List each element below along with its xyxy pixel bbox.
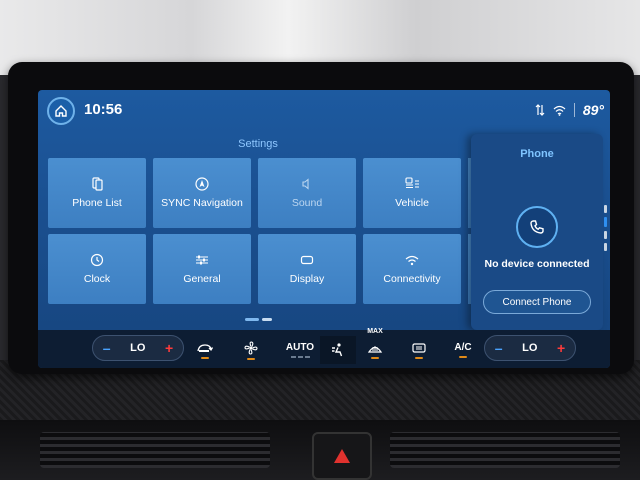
tile-clock[interactable]: Clock <box>48 234 146 304</box>
climate-mode-button[interactable] <box>320 336 356 364</box>
scroll-segment <box>604 243 607 251</box>
page-indicator <box>245 318 272 321</box>
infotainment-screen: 10:56 89° Settings Phone List SYNC Navig… <box>38 90 610 368</box>
scroll-segment <box>604 231 607 239</box>
tile-label: Sound <box>291 197 323 209</box>
auto-indicator <box>290 356 310 358</box>
settings-grid: Phone List SYNC Navigation Sound Vehicle… <box>48 158 490 308</box>
clock-icon <box>90 253 104 267</box>
data-transfer-icon <box>535 104 545 116</box>
tile-label: General <box>183 273 221 285</box>
recirculation-button[interactable] <box>190 336 220 364</box>
passenger-temp-value: LO <box>522 342 538 354</box>
fan-icon <box>244 340 258 355</box>
climate-bar: – LO + AUTO MAX A/C – LO + <box>38 328 610 368</box>
side-scrollbar[interactable] <box>604 205 608 265</box>
max-defrost-indicator <box>371 356 379 359</box>
outside-temperature: 89° <box>582 102 604 118</box>
connect-phone-button[interactable]: Connect Phone <box>483 290 591 314</box>
phone-list-icon <box>92 177 103 191</box>
auto-label: AUTO <box>285 342 315 353</box>
auto-button[interactable]: AUTO <box>282 336 318 364</box>
max-defrost-button[interactable]: MAX <box>360 328 390 364</box>
driver-temp-down-button[interactable]: – <box>103 340 111 356</box>
tile-connectivity[interactable]: Connectivity <box>363 234 461 304</box>
phone-panel-title: Phone <box>520 148 554 160</box>
wifi-icon <box>553 105 566 116</box>
tile-label: Phone List <box>72 197 122 209</box>
page-dot <box>262 318 272 321</box>
navigation-icon <box>195 177 209 191</box>
passenger-temp-down-button[interactable]: – <box>495 340 503 356</box>
tile-label: Clock <box>83 273 111 285</box>
seat-airflow-icon <box>332 343 343 357</box>
tile-label: Display <box>289 273 325 285</box>
air-vent-right <box>390 432 620 468</box>
vehicle-icon <box>405 177 419 189</box>
settings-title: Settings <box>238 138 278 150</box>
rear-defrost-icon <box>412 342 426 353</box>
ac-indicator <box>459 356 467 358</box>
home-icon <box>55 105 67 117</box>
tile-label: SYNC Navigation <box>161 197 243 209</box>
ac-label: A/C <box>454 342 472 353</box>
tile-phone-list[interactable]: Phone List <box>48 158 146 228</box>
display-icon <box>300 255 314 265</box>
page-dot-active <box>245 318 259 321</box>
fan-button[interactable] <box>236 336 266 364</box>
recirculation-indicator <box>201 356 209 359</box>
rear-defrost-button[interactable] <box>404 336 434 364</box>
max-label: MAX <box>367 328 383 335</box>
phone-panel: Phone No device connected Connect Phone <box>471 134 603 330</box>
tile-sound[interactable]: Sound <box>258 158 356 228</box>
driver-temp-control: – LO + <box>92 335 184 361</box>
recirculation-icon <box>197 343 214 352</box>
phone-status: No device connected <box>484 258 590 270</box>
tile-label: Vehicle <box>395 197 429 209</box>
home-button[interactable] <box>47 97 75 125</box>
status-indicators: 89° <box>535 102 604 118</box>
sliders-icon <box>196 255 208 265</box>
driver-temp-value: LO <box>130 342 146 354</box>
status-bar: 10:56 89° <box>38 90 610 128</box>
driver-temp-up-button[interactable]: + <box>165 340 173 356</box>
hazard-button[interactable] <box>312 432 372 480</box>
status-time: 10:56 <box>84 101 123 118</box>
ac-button[interactable]: A/C <box>448 336 478 364</box>
hazard-icon <box>334 449 350 463</box>
phone-icon <box>530 220 544 234</box>
scroll-segment <box>604 205 607 213</box>
rear-defrost-indicator <box>415 356 423 359</box>
scroll-segment-active <box>604 217 607 227</box>
phone-call-button[interactable] <box>516 206 558 248</box>
fan-indicator <box>247 357 255 360</box>
passenger-temp-control: – LO + <box>484 335 576 361</box>
tile-general[interactable]: General <box>153 234 251 304</box>
connectivity-icon <box>405 255 419 265</box>
status-divider <box>573 103 575 117</box>
tile-label: Connectivity <box>383 273 441 285</box>
speaker-icon <box>302 178 309 190</box>
tile-vehicle[interactable]: Vehicle <box>363 158 461 228</box>
front-defrost-icon <box>367 345 383 353</box>
tile-display[interactable]: Display <box>258 234 356 304</box>
air-vent-left <box>40 432 270 468</box>
passenger-temp-up-button[interactable]: + <box>557 340 565 356</box>
tile-sync-navigation[interactable]: SYNC Navigation <box>153 158 251 228</box>
